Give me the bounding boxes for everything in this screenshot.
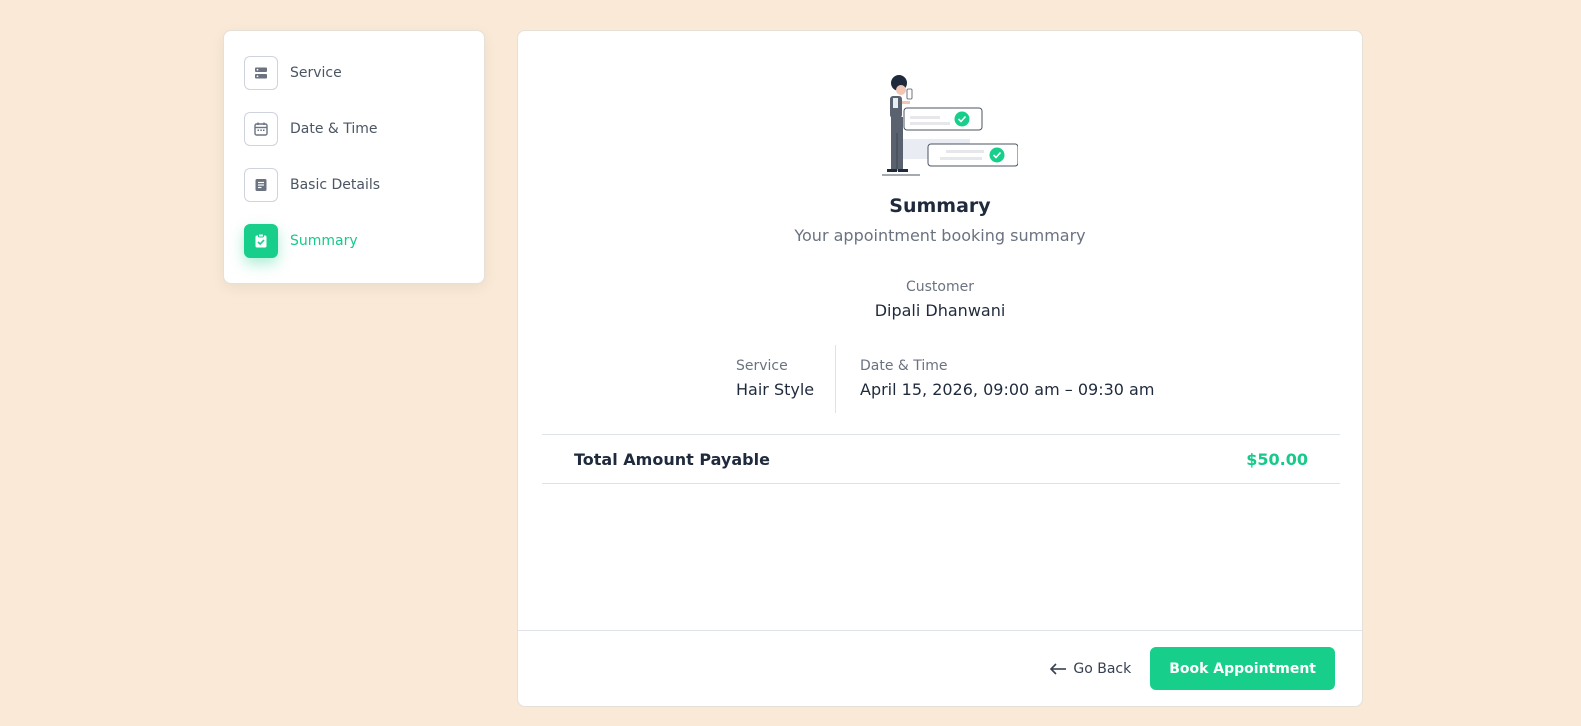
booking-illustration bbox=[882, 75, 1018, 176]
go-back-label: Go Back bbox=[1073, 660, 1132, 677]
step-date-time[interactable]: Date & Time bbox=[244, 111, 464, 146]
step-label: Summary bbox=[290, 232, 358, 249]
book-appointment-button[interactable]: Book Appointment bbox=[1150, 647, 1335, 690]
total-amount: $50.00 bbox=[1246, 449, 1308, 469]
page-subtitle: Your appointment booking summary bbox=[794, 226, 1086, 245]
step-basic-details[interactable]: Basic Details bbox=[244, 167, 464, 202]
datetime-label: Date & Time bbox=[860, 358, 948, 374]
summary-panel: Summary Your appointment booking summary… bbox=[517, 30, 1363, 707]
step-label: Basic Details bbox=[290, 176, 381, 193]
customer-label: Customer bbox=[905, 279, 974, 295]
clipboard-check-icon bbox=[244, 223, 278, 258]
total-row: Total Amount Payable $50.00 bbox=[542, 434, 1340, 484]
arrow-left-icon bbox=[1050, 662, 1067, 675]
calendar-icon bbox=[244, 111, 278, 146]
server-icon bbox=[244, 55, 278, 90]
go-back-button[interactable]: Go Back bbox=[1049, 661, 1131, 677]
service-value: Hair Style bbox=[736, 380, 815, 399]
step-service[interactable]: Service bbox=[244, 55, 464, 90]
panel-footer: Go Back Book Appointment bbox=[518, 630, 1362, 706]
steps-sidebar: Service Date & Time Basic Details Summar… bbox=[223, 30, 485, 284]
total-label: Total Amount Payable bbox=[574, 449, 770, 469]
customer-name: Dipali Dhanwani bbox=[874, 301, 1006, 320]
datetime-summary: Date & Time April 15, 2026, 09:00 am – 0… bbox=[860, 358, 1154, 399]
page-title: Summary bbox=[889, 195, 991, 217]
service-summary: Service Hair Style bbox=[736, 358, 814, 399]
datetime-value: April 15, 2026, 09:00 am – 09:30 am bbox=[860, 380, 1155, 399]
step-label: Service bbox=[290, 64, 342, 81]
step-label: Date & Time bbox=[290, 120, 378, 137]
divider bbox=[835, 345, 836, 413]
document-icon bbox=[244, 167, 278, 202]
step-summary[interactable]: Summary bbox=[244, 223, 464, 258]
service-label: Service bbox=[736, 358, 788, 374]
